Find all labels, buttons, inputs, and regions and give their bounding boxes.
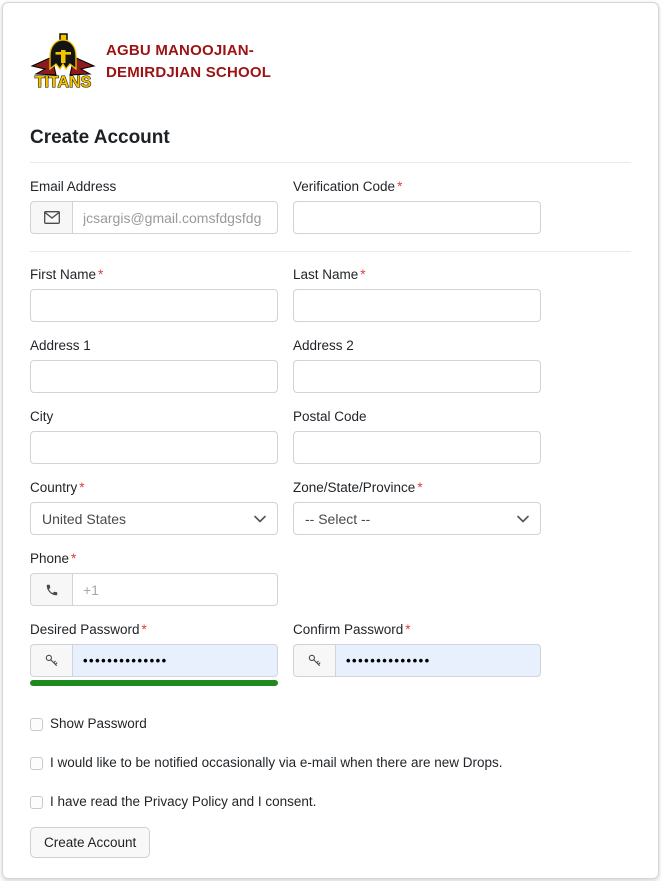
- confirm-password-field: Confirm Password*: [293, 622, 541, 686]
- country-select[interactable]: United States: [30, 502, 278, 535]
- zone-select[interactable]: -- Select --: [293, 502, 541, 535]
- chevron-down-icon: [254, 515, 266, 523]
- chevron-down-icon: [517, 515, 529, 523]
- create-account-form: Email Address Verification Code*: [30, 179, 631, 858]
- show-password-row: Show Password: [30, 716, 631, 731]
- last-name-label: Last Name*: [293, 267, 541, 282]
- zone-field: Zone/State/Province* -- Select --: [293, 480, 541, 535]
- address1-field: Address 1: [30, 338, 278, 393]
- email-input[interactable]: [72, 201, 278, 234]
- address2-input[interactable]: [293, 360, 541, 393]
- create-account-page: TITANS AGBU MANOOJIAN- DEMIRDJIAN SCHOOL…: [2, 2, 659, 879]
- email-label: Email Address: [30, 179, 278, 194]
- verification-code-label: Verification Code*: [293, 179, 541, 194]
- notify-checkbox[interactable]: [30, 757, 43, 770]
- notify-row: I would like to be notified occasionally…: [30, 755, 631, 770]
- address2-field: Address 2: [293, 338, 541, 393]
- privacy-row: I have read the Privacy Policy and I con…: [30, 794, 631, 809]
- desired-password-input[interactable]: [72, 644, 278, 677]
- city-label: City: [30, 409, 278, 424]
- postal-code-input[interactable]: [293, 431, 541, 464]
- show-password-checkbox[interactable]: [30, 718, 43, 731]
- phone-input[interactable]: [72, 573, 278, 606]
- section-divider: [30, 251, 631, 252]
- title-divider: [30, 162, 631, 163]
- country-field: Country* United States: [30, 480, 278, 535]
- first-name-label: First Name*: [30, 267, 278, 282]
- desired-password-label: Desired Password*: [30, 622, 278, 637]
- first-name-field: First Name*: [30, 267, 278, 322]
- postal-code-field: Postal Code: [293, 409, 541, 464]
- notify-label: I would like to be notified occasionally…: [50, 755, 502, 770]
- privacy-label: I have read the Privacy Policy and I con…: [50, 794, 316, 809]
- titans-logo: TITANS: [30, 33, 96, 91]
- password-strength-bar: [30, 680, 278, 686]
- address1-label: Address 1: [30, 338, 278, 353]
- zone-label: Zone/State/Province*: [293, 480, 541, 495]
- create-account-button[interactable]: Create Account: [30, 827, 150, 858]
- country-label: Country*: [30, 480, 278, 495]
- logo-team-text: TITANS: [35, 74, 92, 91]
- verification-code-input[interactable]: [293, 201, 541, 234]
- envelope-icon: [30, 201, 72, 234]
- last-name-field: Last Name*: [293, 267, 541, 322]
- postal-code-label: Postal Code: [293, 409, 541, 424]
- last-name-input[interactable]: [293, 289, 541, 322]
- privacy-checkbox[interactable]: [30, 796, 43, 809]
- phone-field: Phone*: [30, 551, 278, 606]
- address1-input[interactable]: [30, 360, 278, 393]
- phone-icon: [30, 573, 72, 606]
- page-title: Create Account: [30, 127, 631, 149]
- privacy-policy-link[interactable]: Privacy Policy: [144, 794, 228, 809]
- school-name: AGBU MANOOJIAN- DEMIRDJIAN SCHOOL: [106, 40, 271, 84]
- key-icon: [30, 644, 72, 677]
- confirm-password-input[interactable]: [335, 644, 541, 677]
- phone-label: Phone*: [30, 551, 278, 566]
- first-name-input[interactable]: [30, 289, 278, 322]
- city-field: City: [30, 409, 278, 464]
- verification-code-field: Verification Code*: [293, 179, 541, 234]
- key-icon: [293, 644, 335, 677]
- city-input[interactable]: [30, 431, 278, 464]
- school-header: TITANS AGBU MANOOJIAN- DEMIRDJIAN SCHOOL: [30, 33, 631, 91]
- address2-label: Address 2: [293, 338, 541, 353]
- confirm-password-label: Confirm Password*: [293, 622, 541, 637]
- email-field: Email Address: [30, 179, 278, 234]
- desired-password-field: Desired Password*: [30, 622, 278, 686]
- show-password-label: Show Password: [50, 716, 147, 731]
